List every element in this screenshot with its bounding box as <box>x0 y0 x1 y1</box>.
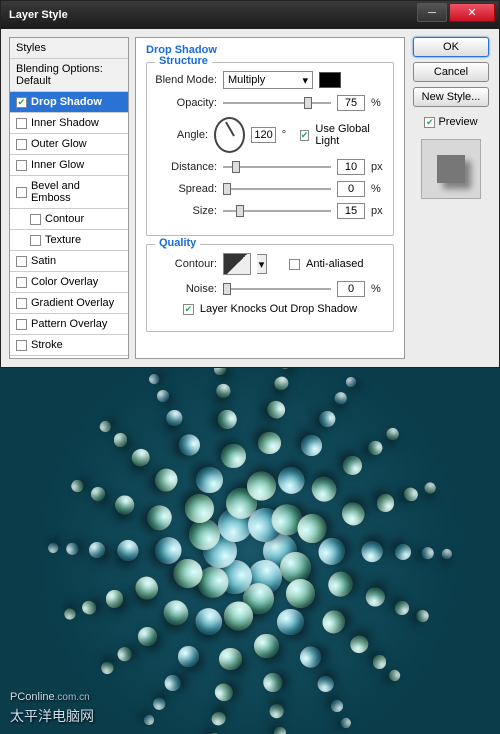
checkbox-icon[interactable] <box>16 319 27 330</box>
sidebar-item-label: Contour <box>45 213 84 225</box>
angle-dial[interactable] <box>214 117 245 153</box>
structure-group: Structure Blend Mode: Multiply▾ Opacity:… <box>146 62 394 236</box>
antialiased-checkbox[interactable] <box>289 259 300 270</box>
watermark: PConline.com.cn 太平洋电脑网 <box>10 684 94 726</box>
sidebar-item-bevel-and-emboss[interactable]: Bevel and Emboss <box>10 176 128 209</box>
sidebar-item-drop-shadow[interactable]: ✔ Drop Shadow <box>10 92 128 113</box>
sidebar-item-contour[interactable]: Contour <box>10 209 128 230</box>
checkbox-icon[interactable] <box>16 340 27 351</box>
checkbox-icon[interactable]: ✔ <box>16 97 27 108</box>
cancel-button[interactable]: Cancel <box>413 62 489 82</box>
sidebar-item-label: Satin <box>31 255 56 267</box>
noise-slider[interactable] <box>223 283 331 295</box>
distance-slider[interactable] <box>223 161 331 173</box>
artwork-preview: PConline.com.cn 太平洋电脑网 <box>0 368 500 734</box>
titlebar: Layer Style ─ ✕ <box>1 1 499 29</box>
opacity-slider[interactable] <box>223 97 331 109</box>
contour-picker[interactable] <box>223 253 251 275</box>
checkbox-icon[interactable] <box>16 277 27 288</box>
shadow-color-swatch[interactable] <box>319 72 341 88</box>
knockout-checkbox[interactable]: ✔ <box>183 304 194 315</box>
chevron-down-icon: ▾ <box>302 74 308 87</box>
sidebar-item-inner-shadow[interactable]: Inner Shadow <box>10 113 128 134</box>
checkbox-icon[interactable] <box>16 160 27 171</box>
sidebar-item-label: Drop Shadow <box>31 96 102 108</box>
sidebar-item-label: Bevel and Emboss <box>31 180 122 204</box>
checkbox-icon[interactable] <box>30 214 41 225</box>
size-slider[interactable] <box>223 205 331 217</box>
opacity-input[interactable]: 75 <box>337 95 365 111</box>
checkbox-icon[interactable] <box>30 235 41 246</box>
checkbox-icon[interactable] <box>16 118 27 129</box>
ok-button[interactable]: OK <box>413 37 489 57</box>
close-button[interactable]: ✕ <box>449 3 495 22</box>
global-light-checkbox[interactable]: ✔ <box>300 130 310 141</box>
sidebar-item-satin[interactable]: Satin <box>10 251 128 272</box>
sidebar-item-label: Color Overlay <box>31 276 98 288</box>
sidebar-item-label: Inner Glow <box>31 159 84 171</box>
size-input[interactable]: 15 <box>337 203 365 219</box>
quality-group: Quality Contour: ▾ Anti-aliased Noise: 0… <box>146 244 394 332</box>
checkbox-icon[interactable] <box>16 139 27 150</box>
styles-sidebar: Styles Blending Options: Default ✔ Drop S… <box>9 37 129 359</box>
angle-input[interactable]: 120 <box>251 127 275 143</box>
sidebar-item-color-overlay[interactable]: Color Overlay <box>10 272 128 293</box>
sidebar-item-label: Inner Shadow <box>31 117 99 129</box>
preview-checkbox[interactable]: ✔ <box>424 117 435 128</box>
sidebar-item-texture[interactable]: Texture <box>10 230 128 251</box>
contour-dropdown[interactable]: ▾ <box>257 254 267 274</box>
sidebar-item-label: Stroke <box>31 339 63 351</box>
sidebar-item-outer-glow[interactable]: Outer Glow <box>10 134 128 155</box>
distance-input[interactable]: 10 <box>337 159 365 175</box>
preview-box <box>421 139 481 199</box>
sidebar-item-label: Outer Glow <box>31 138 87 150</box>
sidebar-styles[interactable]: Styles <box>10 38 128 59</box>
blend-mode-select[interactable]: Multiply▾ <box>223 71 313 89</box>
noise-input[interactable]: 0 <box>337 281 365 297</box>
sidebar-item-inner-glow[interactable]: Inner Glow <box>10 155 128 176</box>
checkbox-icon[interactable] <box>16 256 27 267</box>
spread-input[interactable]: 0 <box>337 181 365 197</box>
sidebar-blending[interactable]: Blending Options: Default <box>10 59 128 92</box>
main-panel: Drop Shadow Structure Blend Mode: Multip… <box>135 37 405 359</box>
sidebar-item-label: Pattern Overlay <box>31 318 107 330</box>
sidebar-item-gradient-overlay[interactable]: Gradient Overlay <box>10 293 128 314</box>
window-title: Layer Style <box>9 9 68 21</box>
layer-style-dialog: Layer Style ─ ✕ Styles Blending Options:… <box>0 0 500 368</box>
sidebar-item-label: Texture <box>45 234 81 246</box>
minimize-button[interactable]: ─ <box>417 3 447 22</box>
sidebar-item-label: Gradient Overlay <box>31 297 114 309</box>
right-panel: OK Cancel New Style... ✔ Preview <box>411 37 491 359</box>
sidebar-item-stroke[interactable]: Stroke <box>10 335 128 356</box>
sidebar-item-pattern-overlay[interactable]: Pattern Overlay <box>10 314 128 335</box>
spread-slider[interactable] <box>223 183 331 195</box>
new-style-button[interactable]: New Style... <box>413 87 489 107</box>
checkbox-icon[interactable] <box>16 298 27 309</box>
checkbox-icon[interactable] <box>16 187 27 198</box>
